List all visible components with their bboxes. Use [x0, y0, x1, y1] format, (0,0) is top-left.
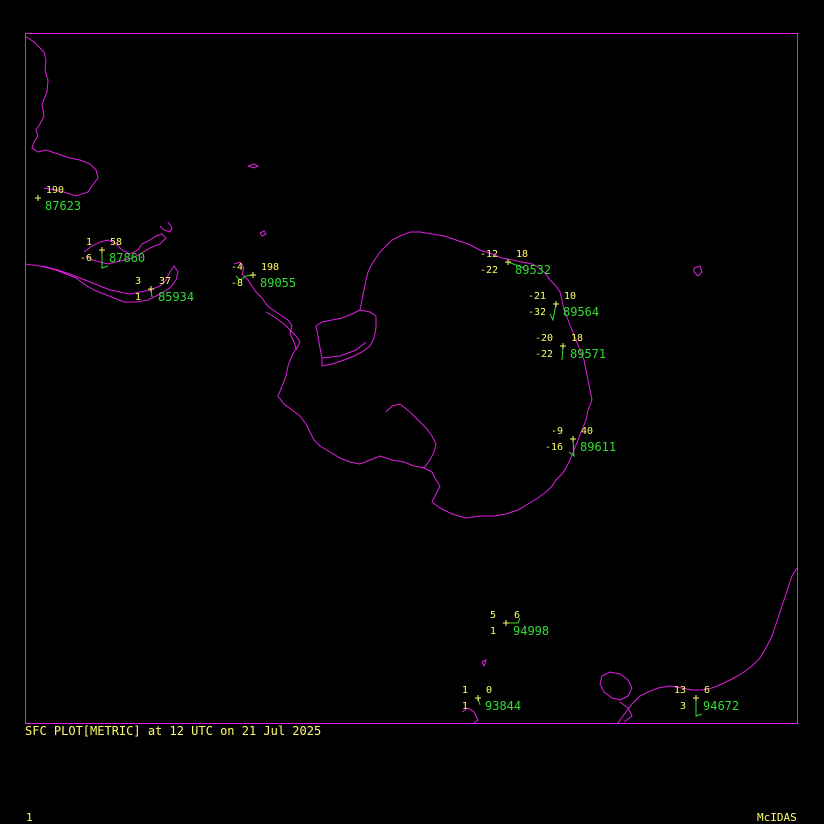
temperature-value: -4 [231, 262, 243, 273]
temperature-value: -21 [528, 291, 546, 302]
pressure-value: 37 [159, 276, 171, 287]
dewpoint-value: -8 [231, 278, 243, 289]
plot-caption: SFC PLOT[METRIC] at 12 UTC on 21 Jul 202… [25, 724, 321, 738]
temperature-value: 5 [490, 610, 496, 621]
dewpoint-value: -6 [80, 253, 92, 264]
station-id-label: 89571 [570, 347, 606, 361]
frame-number: 1 [26, 811, 33, 824]
pressure-value: 198 [261, 262, 279, 273]
station-id-label: 87860 [109, 251, 145, 265]
temperature-value: -12 [480, 249, 498, 260]
dewpoint-value: 1 [490, 626, 496, 637]
station-id-label: 89055 [260, 276, 296, 290]
temperature-value: -20 [535, 333, 553, 344]
pressure-value: 6 [704, 685, 710, 696]
pressure-value: 190 [46, 185, 64, 196]
station-id-label: 94672 [703, 699, 739, 713]
temperature-value: -9 [551, 426, 563, 437]
temperature-value: 1 [86, 237, 92, 248]
dewpoint-value: 3 [680, 701, 686, 712]
pressure-value: 58 [110, 237, 122, 248]
dewpoint-value: -22 [480, 265, 498, 276]
temperature-value: 1 [462, 685, 468, 696]
temperature-value: 3 [135, 276, 141, 287]
station-id-label: 94998 [513, 624, 549, 638]
brand-label: McIDAS [757, 811, 797, 824]
station-id-label: 89611 [580, 440, 616, 454]
station-id-label: 93844 [485, 699, 521, 713]
pressure-value: 6 [514, 610, 520, 621]
dewpoint-value: -16 [545, 442, 563, 453]
surface-plot-map: 190 87623 1 58 -6 87860 3 37 1 85934 -4 198 -8 89055 -… [0, 0, 824, 824]
dewpoint-value: 1 [462, 701, 468, 712]
dewpoint-value: -22 [535, 349, 553, 360]
station-id-label: 89564 [563, 305, 599, 319]
pressure-value: 10 [564, 291, 576, 302]
dewpoint-value: 1 [135, 292, 141, 303]
pressure-value: 18 [516, 249, 528, 260]
station-id-label: 85934 [158, 290, 194, 304]
station-id-label: 89532 [515, 263, 551, 277]
map-background [0, 0, 824, 824]
pressure-value: 0 [486, 685, 492, 696]
station-id-label: 87623 [45, 199, 81, 213]
pressure-value: 18 [571, 333, 583, 344]
temperature-value: 13 [674, 685, 686, 696]
dewpoint-value: -32 [528, 307, 546, 318]
pressure-value: 40 [581, 426, 593, 437]
